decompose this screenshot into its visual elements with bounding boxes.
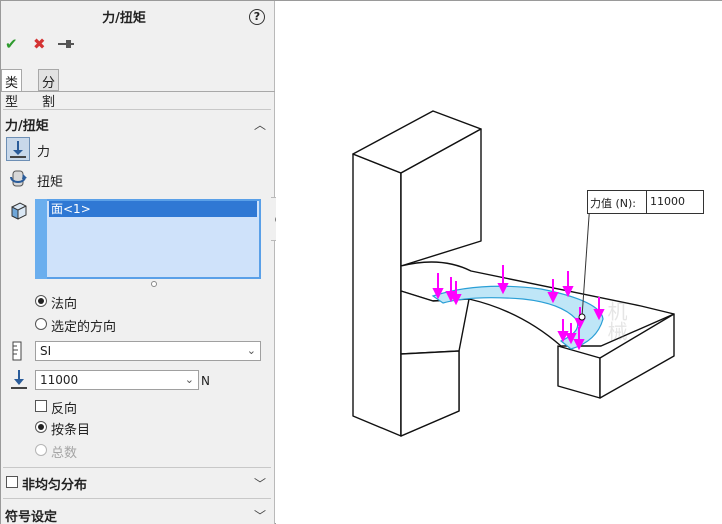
selected-direction-radio[interactable] bbox=[35, 318, 47, 330]
selection-list-strip bbox=[35, 199, 47, 279]
watermark: 机械 bbox=[604, 301, 628, 341]
reverse-checkbox[interactable] bbox=[35, 400, 47, 412]
force-value-input[interactable]: 11000 ⌄ bbox=[35, 370, 199, 390]
3d-model-view[interactable] bbox=[276, 1, 722, 524]
force-value-text: 11000 bbox=[40, 373, 79, 387]
callout-label: 力值 (N): bbox=[590, 197, 637, 210]
pin-icon[interactable] bbox=[57, 36, 75, 56]
torque-icon bbox=[10, 170, 27, 187]
resize-grip-icon[interactable] bbox=[151, 281, 157, 287]
help-icon[interactable]: ? bbox=[249, 9, 265, 25]
per-item-label: 按条目 bbox=[51, 423, 91, 438]
window: 力/扭矩 ? ✔ ✖ 类型 分割 力/扭矩 ︿ 力 扭矩 面<1> 法向 选定的… bbox=[0, 0, 722, 524]
collapse-chevron-up-icon[interactable]: ︿ bbox=[254, 116, 266, 133]
reverse-label: 反向 bbox=[51, 402, 78, 417]
force-type-label: 力 bbox=[37, 145, 51, 160]
selection-item-face[interactable]: 面<1> bbox=[49, 201, 257, 217]
callout-value[interactable]: 11000 bbox=[646, 190, 704, 214]
force-unit-label: N bbox=[201, 374, 210, 388]
tab-type[interactable]: 类型 bbox=[1, 69, 23, 110]
force-type-button[interactable] bbox=[6, 137, 30, 161]
property-manager-panel: 力/扭矩 ? ✔ ✖ 类型 分割 力/扭矩 ︿ 力 扭矩 面<1> 法向 选定的… bbox=[1, 1, 275, 524]
selected-direction-label: 选定的方向 bbox=[51, 320, 117, 335]
force-value-arrow-icon bbox=[10, 368, 28, 393]
panel-title: 力/扭矩 bbox=[102, 11, 146, 26]
callout-anchor bbox=[578, 313, 586, 321]
total-label: 总数 bbox=[51, 446, 78, 461]
expand-chevron-down-icon[interactable]: ﹀ bbox=[254, 475, 266, 492]
cancel-close-icon[interactable]: ✖ bbox=[33, 35, 46, 53]
graphics-viewport[interactable]: 机械 bbox=[276, 1, 722, 524]
chevron-down-icon[interactable]: ⌄ bbox=[185, 371, 194, 389]
section-divider bbox=[3, 498, 271, 499]
force-section-title[interactable]: 力/扭矩 bbox=[5, 115, 49, 134]
unit-system-select[interactable]: SI ⌄ bbox=[35, 341, 261, 361]
force-value-callout[interactable]: 力值 (N): 11000 bbox=[587, 190, 704, 214]
expand-chevron-down-icon[interactable]: ﹀ bbox=[254, 507, 266, 524]
face-selection-icon bbox=[9, 201, 29, 224]
section-divider bbox=[3, 109, 271, 110]
torque-type-label: 扭矩 bbox=[37, 175, 64, 190]
torque-type-button[interactable] bbox=[6, 167, 30, 191]
nonuniform-checkbox[interactable] bbox=[6, 476, 18, 488]
per-item-radio[interactable] bbox=[35, 421, 47, 433]
nonuniform-section-title[interactable]: 非均匀分布 bbox=[22, 474, 87, 493]
unit-ruler-icon bbox=[11, 341, 23, 364]
tab-split[interactable]: 分割 bbox=[38, 69, 60, 110]
unit-system-value: SI bbox=[40, 344, 52, 358]
force-arrow-icon bbox=[10, 141, 26, 158]
total-radio[interactable] bbox=[35, 444, 47, 456]
ok-check-icon[interactable]: ✔ bbox=[5, 35, 18, 53]
normal-direction-label: 法向 bbox=[51, 297, 78, 312]
section-divider bbox=[3, 467, 271, 468]
normal-direction-radio[interactable] bbox=[35, 295, 47, 307]
tab-divider bbox=[1, 91, 275, 92]
symbol-settings-section-title[interactable]: 符号设定 bbox=[5, 506, 57, 524]
chevron-down-icon: ⌄ bbox=[246, 344, 256, 357]
